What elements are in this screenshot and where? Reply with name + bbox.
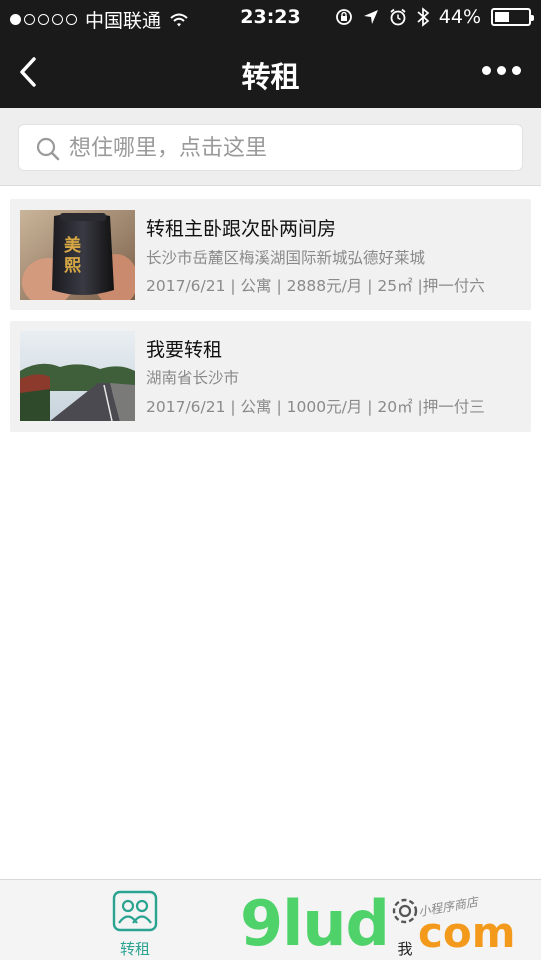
gear-icon	[392, 898, 418, 924]
battery-icon	[491, 8, 534, 26]
sublet-tab-icon	[112, 890, 158, 932]
listing-meta: 2017/6/21 | 公寓 | 1000元/月 | 20㎡ |押一付三	[146, 398, 485, 416]
listing-address: 长沙市岳麓区梅溪湖国际新城弘德好莱城	[146, 249, 426, 267]
bluetooth-icon	[417, 7, 429, 27]
listing-list: 美熙 转租主卧跟次卧两间房 长沙市岳麓区梅溪湖国际新城弘德好莱城 2017/6/…	[0, 186, 541, 879]
tab-rent-label: 转租	[119, 940, 150, 958]
listing-title: 转租主卧跟次卧两间房	[146, 218, 337, 240]
listing-meta: 2017/6/21 | 公寓 | 2888元/月 | 25㎡ |押一付六	[146, 277, 485, 295]
rotation-lock-icon	[335, 9, 352, 25]
location-arrow-icon	[363, 10, 378, 24]
status-icons: 44%	[335, 6, 534, 28]
search-icon	[36, 137, 60, 161]
back-icon[interactable]	[14, 54, 46, 90]
tab-bar: 转租 我	[0, 879, 541, 960]
more-options-icon[interactable]	[482, 66, 521, 75]
listing-item[interactable]: 我要转租 湖南省长沙市 2017/6/21 | 公寓 | 1000元/月 | 2…	[10, 321, 531, 432]
alarm-icon	[390, 8, 406, 26]
thumbnail-label: 美熙	[64, 236, 81, 276]
listing-title: 我要转租	[146, 339, 223, 361]
tab-rent[interactable]: 转租	[95, 880, 175, 960]
listing-thumbnail	[20, 331, 135, 421]
search-box[interactable]	[18, 124, 523, 171]
listing-thumbnail: 美熙	[20, 210, 135, 300]
status-bar: 中国联通 23:23 44%	[0, 0, 541, 36]
tab-me[interactable]: 我	[350, 880, 460, 960]
page-title: 转租	[241, 60, 300, 94]
tab-me-label: 我	[397, 940, 413, 958]
search-area	[0, 108, 541, 186]
battery-percent: 44%	[438, 6, 481, 28]
listing-address: 湖南省长沙市	[146, 369, 240, 387]
nav-bar: 转租	[0, 36, 541, 108]
listing-item[interactable]: 美熙 转租主卧跟次卧两间房 长沙市岳麓区梅溪湖国际新城弘德好莱城 2017/6/…	[10, 199, 531, 310]
battery-fill	[495, 12, 510, 22]
search-input[interactable]	[69, 131, 509, 165]
